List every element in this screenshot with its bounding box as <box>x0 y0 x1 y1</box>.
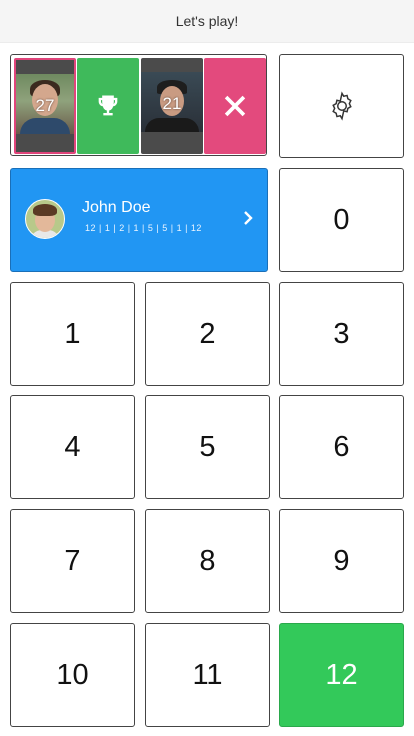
chevron-right-icon <box>244 211 253 225</box>
key-12[interactable]: 12 <box>279 623 404 727</box>
key-4[interactable]: 4 <box>10 395 135 499</box>
key-11[interactable]: 11 <box>145 623 270 727</box>
current-player-card[interactable]: John Doe 12 | 1 | 2 | 1 | 5 | 5 | 1 | 12 <box>10 168 268 272</box>
player-score-1: 27 <box>35 96 55 115</box>
winner-button[interactable] <box>77 58 139 154</box>
player-score-2: 21 <box>162 94 182 113</box>
key-1[interactable]: 1 <box>10 282 135 386</box>
key-8[interactable]: 8 <box>145 509 270 613</box>
close-icon <box>224 95 246 117</box>
key-10[interactable]: 10 <box>10 623 135 727</box>
player-name: John Doe <box>82 199 151 216</box>
key-0[interactable]: 0 <box>279 168 404 272</box>
player-tile-1[interactable]: 27 <box>14 58 76 154</box>
key-5[interactable]: 5 <box>145 395 270 499</box>
gear-icon <box>331 91 352 121</box>
key-3[interactable]: 3 <box>279 282 404 386</box>
key-7[interactable]: 7 <box>10 509 135 613</box>
key-6[interactable]: 6 <box>279 395 404 499</box>
key-2[interactable]: 2 <box>145 282 270 386</box>
top-bar: Let's play! <box>0 0 414 43</box>
player-tile-2[interactable]: 21 <box>141 58 203 154</box>
players-strip: 27 21 <box>10 54 267 156</box>
remove-player-button[interactable] <box>204 58 266 154</box>
trophy-icon <box>98 95 118 116</box>
player-score-history: 12 | 1 | 2 | 1 | 5 | 5 | 1 | 12 <box>85 223 202 233</box>
key-9[interactable]: 9 <box>279 509 404 613</box>
avatar <box>25 199 65 239</box>
page-title: Let's play! <box>175 13 239 29</box>
settings-button[interactable] <box>279 54 404 158</box>
